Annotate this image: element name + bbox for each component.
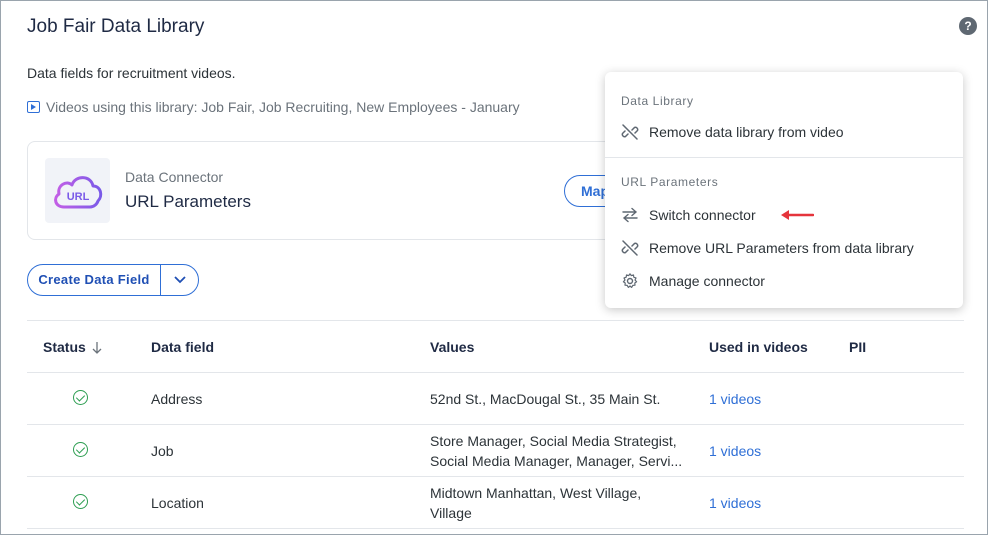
table-row[interactable]: Location Midtown Manhattan, West Village… [27, 477, 964, 529]
menu-section-data-library: Data Library [621, 94, 694, 108]
video-icon [27, 101, 40, 113]
svg-text:URL: URL [66, 191, 89, 203]
create-data-field-button[interactable]: Create Data Field [28, 265, 160, 295]
gear-icon [622, 273, 638, 288]
table-row[interactable]: Address 52nd St., MacDougal St., 35 Main… [27, 373, 964, 425]
unlink-icon [621, 124, 639, 140]
remove-data-library-item[interactable]: Remove data library from video [621, 123, 844, 141]
page-title: Job Fair Data Library [27, 16, 205, 37]
help-icon[interactable]: ? [959, 17, 977, 35]
field-values: 52nd St., MacDougal St., 35 Main St. [430, 391, 661, 407]
switch-connector-item[interactable]: Switch connector [621, 206, 756, 224]
table-header: Status Data field Values Used in videos … [27, 321, 964, 373]
sort-down-icon [92, 341, 102, 354]
swap-arrows-icon [622, 207, 638, 223]
field-values: Midtown Manhattan, West Village, Village [430, 485, 642, 521]
connector-options-menu: Data Library Remove data library from vi… [605, 72, 963, 308]
remove-url-parameters-item[interactable]: Remove URL Parameters from data library [621, 239, 914, 257]
manage-connector-item[interactable]: Manage connector [621, 272, 765, 290]
create-dropdown-button[interactable] [161, 265, 198, 295]
check-circle-icon [73, 494, 88, 509]
used-in-videos-link[interactable]: 1 videos [709, 495, 761, 511]
menu-section-url-parameters: URL Parameters [621, 175, 719, 189]
url-parameters-logo: URL [45, 158, 110, 223]
check-circle-icon [73, 390, 88, 405]
videos-using-library: Videos using this library: Job Fair, Job… [27, 99, 520, 115]
page-frame: Job Fair Data Library ? Data fields for … [0, 0, 988, 535]
field-name: Location [151, 495, 204, 511]
data-fields-table: Status Data field Values Used in videos … [27, 320, 964, 529]
table-row[interactable]: Job Store Manager, Social Media Strategi… [27, 425, 964, 477]
used-in-videos-header: Used in videos [709, 339, 808, 355]
unlink-icon [621, 240, 639, 256]
pii-header: PII [849, 339, 867, 355]
used-in-videos-link[interactable]: 1 videos [709, 443, 761, 459]
create-data-field-group: Create Data Field [27, 264, 199, 296]
field-values: Store Manager, Social Media Strategist, … [430, 433, 683, 469]
data-field-header: Data field [151, 339, 215, 355]
connector-label: Data Connector [125, 169, 224, 185]
menu-divider [605, 157, 963, 158]
connector-name: URL Parameters [125, 192, 251, 211]
field-name: Address [151, 391, 203, 407]
values-header: Values [430, 339, 475, 355]
library-description: Data fields for recruitment videos. [27, 65, 236, 81]
connector-card: URL Data Connector URL Parameters Map [27, 141, 634, 240]
cloud-icon: URL [53, 175, 102, 208]
used-in-videos-link[interactable]: 1 videos [709, 391, 761, 407]
chevron-down-icon [173, 276, 186, 284]
field-name: Job [151, 443, 174, 459]
check-circle-icon [73, 442, 88, 457]
annotation-arrow-icon [781, 210, 814, 220]
videos-using-text: Videos using this library: Job Fair, Job… [46, 99, 520, 115]
status-header[interactable]: Status [43, 339, 102, 355]
